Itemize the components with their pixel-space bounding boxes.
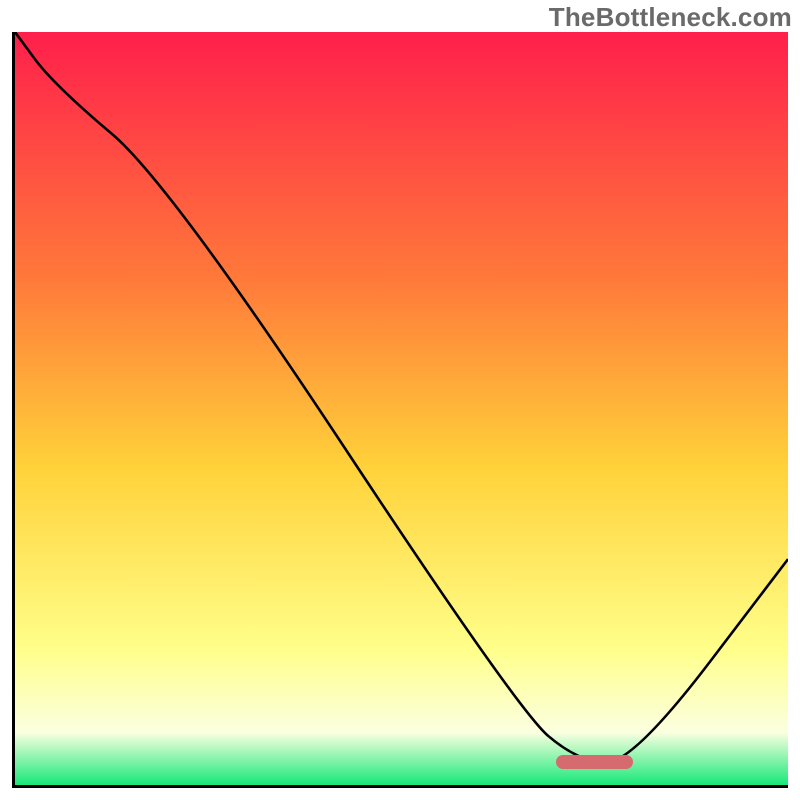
bottleneck-curve	[15, 32, 788, 785]
chart-container: TheBottleneck.com	[0, 0, 800, 800]
watermark-text: TheBottleneck.com	[549, 2, 792, 33]
plot-area	[12, 32, 788, 788]
optimal-range-marker	[556, 755, 633, 769]
